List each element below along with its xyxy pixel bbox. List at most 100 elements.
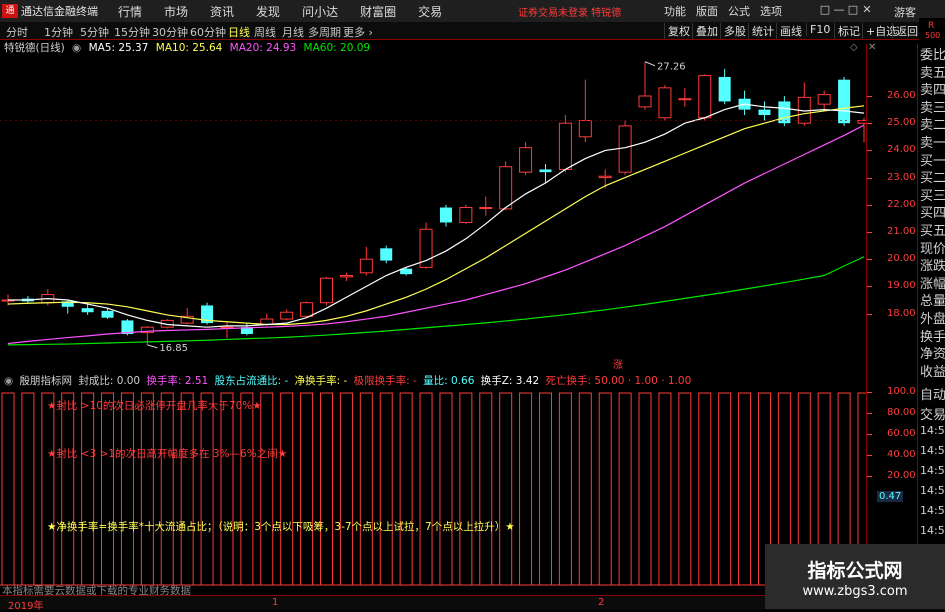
indicator-tick bbox=[867, 434, 872, 435]
quote-row-label: 收益 bbox=[920, 364, 945, 380]
jbhs-value: 极限换手率: - bbox=[353, 375, 417, 387]
candle-body-up bbox=[578, 119, 592, 138]
indicator-tick-label: 100.0 bbox=[887, 386, 916, 397]
ma20-value: MA20: 24.93 bbox=[229, 42, 297, 54]
menu-xuanxiang[interactable]: 选项 bbox=[760, 3, 782, 19]
login-status: 证券交易未登录 特锐德 bbox=[518, 8, 622, 19]
menu-jiaoyi[interactable]: 交易 bbox=[418, 3, 442, 20]
candle-body-up bbox=[300, 302, 314, 317]
fuquan-button[interactable]: 复权 bbox=[664, 23, 690, 39]
candle-body-up bbox=[479, 207, 493, 210]
candle-body-down bbox=[101, 310, 114, 318]
indicator-legend: ◉ 殷朋指标网 封成比: 0.00 换手率: 2.51 股东占流通比: - 净换… bbox=[0, 373, 694, 387]
indicator-bar bbox=[499, 392, 513, 586]
candle-body-up bbox=[558, 122, 572, 170]
time-row: 14:5 bbox=[920, 424, 945, 437]
menu-hangqing[interactable]: 行情 bbox=[118, 3, 142, 20]
close-icon[interactable]: ✕ bbox=[860, 3, 874, 16]
ma10-line bbox=[7, 105, 865, 326]
candle-body-up bbox=[658, 87, 672, 119]
eye-icon[interactable]: ◉ bbox=[72, 42, 81, 54]
quote-row-label: 买五 bbox=[920, 224, 945, 239]
title-bar: 通 通达信金融终端 行情 市场 资讯 发现 问小达 财富圈 交易 证券交易未登录… bbox=[0, 0, 945, 23]
price-tick-label: 23.00 bbox=[887, 171, 916, 183]
indicator-bar bbox=[519, 392, 533, 586]
period-5min[interactable]: 5分钟 bbox=[80, 24, 109, 40]
stock-name: 特锐德(日线) bbox=[4, 42, 65, 54]
quote-row-label: 卖三 bbox=[920, 100, 945, 116]
eye-icon-2[interactable]: ◉ bbox=[4, 375, 13, 387]
zhang-marker: 涨 bbox=[613, 359, 623, 371]
indicator-bar bbox=[678, 392, 692, 586]
indicator-bar bbox=[618, 392, 632, 586]
candle-body-down bbox=[81, 308, 94, 313]
quote-row-label: 买一 bbox=[920, 153, 945, 169]
guest-label[interactable]: 游客 bbox=[894, 4, 916, 20]
indicator-bar bbox=[718, 392, 732, 586]
menu-gongneng[interactable]: 功能 bbox=[664, 3, 686, 19]
candle-body-up bbox=[280, 311, 294, 320]
price-tick-label: 22.00 bbox=[887, 198, 916, 210]
menu-zixun[interactable]: 资讯 bbox=[210, 3, 234, 20]
tongji-button[interactable]: 统计 bbox=[748, 23, 774, 39]
time-row: 14:5 bbox=[920, 504, 945, 517]
indicator-bar bbox=[698, 392, 712, 586]
indicator-bar bbox=[81, 392, 95, 586]
indicator-bar bbox=[479, 392, 493, 586]
menu-shichang[interactable]: 市场 bbox=[164, 3, 188, 20]
huaxian-button[interactable]: 画线 bbox=[776, 23, 802, 39]
time-row: 14:5 bbox=[920, 484, 945, 497]
indicator-bar bbox=[638, 392, 652, 586]
brand-url: www.zbgs3.com bbox=[802, 584, 908, 599]
candlestick-chart[interactable]: 27.26 16.85 涨 bbox=[0, 56, 866, 386]
app-logo-icon: 通 bbox=[2, 4, 18, 18]
maximize-icon[interactable]: □ bbox=[846, 3, 860, 16]
biaoji-button[interactable]: 标记 bbox=[834, 23, 860, 39]
period-month[interactable]: 月线 bbox=[282, 24, 304, 40]
menu-banmian[interactable]: 版面 bbox=[696, 3, 718, 19]
diamond-icon[interactable]: ◇ bbox=[850, 42, 858, 53]
quote-row-label: 买四 bbox=[920, 206, 945, 222]
price-tick bbox=[867, 150, 872, 152]
ma20-line bbox=[7, 124, 865, 345]
duogu-button[interactable]: 多股 bbox=[720, 23, 746, 39]
indicator-bar bbox=[538, 392, 552, 586]
menu-wenxiaoda[interactable]: 问小达 bbox=[302, 3, 338, 20]
period-60min[interactable]: 60分钟 bbox=[190, 24, 226, 40]
indicator-bar bbox=[379, 392, 393, 586]
period-toolbar: 分时 1分钟 5分钟 15分钟 30分钟 60分钟 日线 周线 月线 多周期 更… bbox=[0, 22, 945, 40]
period-30min[interactable]: 30分钟 bbox=[152, 24, 188, 40]
period-more[interactable]: 更多 › bbox=[343, 24, 373, 40]
corner-indicator: R 500 bbox=[919, 18, 945, 42]
gdz-value: 股东占流通比: - bbox=[214, 375, 289, 387]
quote-row-label: 委比 bbox=[920, 48, 945, 63]
quote-row-label: 卖二 bbox=[920, 118, 945, 134]
diejia-button[interactable]: 叠加 bbox=[692, 23, 718, 39]
menu-faxian[interactable]: 发现 bbox=[256, 3, 280, 20]
note-fcb-low: ★封比 <3 >1的次日高开幅度多在 3%—6%之间★ bbox=[47, 448, 288, 460]
corner-500: 500 bbox=[925, 31, 941, 40]
period-fenshi[interactable]: 分时 bbox=[6, 24, 28, 40]
menu-gongshi[interactable]: 公式 bbox=[728, 3, 750, 19]
quote-row-label: 换手 bbox=[920, 329, 945, 345]
indicator-chart[interactable] bbox=[0, 389, 866, 593]
period-day[interactable]: 日线 bbox=[228, 24, 250, 40]
period-week[interactable]: 周线 bbox=[254, 24, 276, 40]
back-button[interactable]: 返回 bbox=[892, 23, 918, 39]
candle-body-down bbox=[539, 169, 552, 173]
price-tick bbox=[867, 232, 872, 233]
period-1min[interactable]: 1分钟 bbox=[44, 24, 73, 40]
restore-icon[interactable]: □ bbox=[818, 3, 832, 16]
indicator-bar bbox=[120, 392, 134, 586]
period-15min[interactable]: 15分钟 bbox=[114, 24, 150, 40]
f10-button[interactable]: F10 bbox=[806, 23, 830, 36]
minimize-icon[interactable]: — bbox=[832, 3, 846, 16]
price-tick-label: 20.00 bbox=[887, 253, 916, 265]
indicator-bar bbox=[220, 392, 234, 586]
quote-panel: 委比 卖五 卖四 卖三 卖二 卖一 买一 买二 买三 买四 买五 现价 涨跌 涨幅 总量 外盘 换手 净资 收益 bbox=[917, 44, 945, 384]
high-marker bbox=[644, 61, 656, 67]
menu-caifuquan[interactable]: 财富圈 bbox=[360, 3, 396, 20]
period-multi[interactable]: 多周期 bbox=[308, 24, 341, 40]
auto-trade-label: 交易 bbox=[920, 408, 945, 423]
hsl-value: 换手率: 2.51 bbox=[146, 375, 209, 387]
